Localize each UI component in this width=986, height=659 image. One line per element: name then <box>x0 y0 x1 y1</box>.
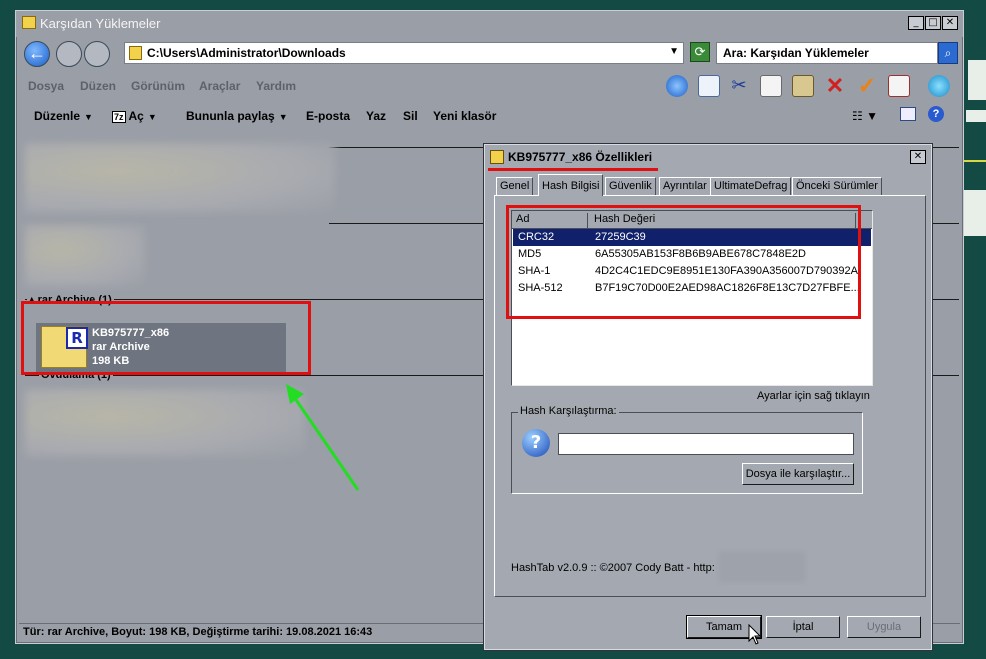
panel-icon[interactable] <box>698 75 720 97</box>
preview-pane-icon[interactable] <box>900 107 916 121</box>
up-button[interactable] <box>84 41 110 67</box>
chevron-down-icon[interactable]: ▼ <box>669 46 679 57</box>
check-icon[interactable]: ✓ <box>856 75 878 97</box>
view-options-icon[interactable]: ☷ ▼ <box>852 109 878 123</box>
search-input[interactable]: Ara: Karşıdan Yüklemeler <box>716 42 938 64</box>
share-button[interactable]: Bununla paylaş ▼ <box>186 109 288 123</box>
folder-icon <box>129 46 142 60</box>
properties-dialog: KB975777_x86 Özellikleri ✕ Genel Hash Bi… <box>483 143 933 651</box>
hash-compare-input[interactable] <box>558 433 854 455</box>
minimize-button[interactable]: _ <box>908 16 924 30</box>
rar-archive-icon <box>490 150 504 164</box>
address-text: C:\Users\Administrator\Downloads <box>147 46 346 60</box>
command-bar: Düzenle ▼ 7z Aç ▼ Bununla paylaş ▼ E-posta Y… <box>16 101 963 129</box>
new-folder-button[interactable]: Yeni klasör <box>433 109 496 123</box>
hash-compare-label: Hash Karşılaştırma: <box>518 405 619 417</box>
share-label: Bununla paylaş <box>186 109 275 123</box>
tab-details[interactable]: Ayrıntılar <box>659 177 711 195</box>
blurred-content <box>25 143 335 213</box>
up-icon[interactable] <box>666 75 688 97</box>
chevron-down-icon: ▼ <box>84 112 93 122</box>
address-row: ← C:\Users\Administrator\Downloads ▼ ⟳ A… <box>16 39 963 69</box>
close-button[interactable]: ✕ <box>942 16 958 30</box>
blurred-content <box>25 389 305 457</box>
globe-icon[interactable] <box>928 75 950 97</box>
title-bar[interactable]: Karşıdan Yüklemeler _ □ ✕ <box>16 11 963 37</box>
dialog-close-button[interactable]: ✕ <box>910 150 926 164</box>
refresh-button[interactable]: ⟳ <box>690 42 710 62</box>
tab-ultimatedefrag[interactable]: UltimateDefrag <box>710 177 792 195</box>
cut-icon[interactable]: ✂ <box>728 75 750 97</box>
desktop-background-decoration <box>962 0 986 659</box>
apply-button[interactable]: Uygula <box>847 616 921 638</box>
mail-icon[interactable] <box>888 75 910 97</box>
maximize-button[interactable]: □ <box>925 16 941 30</box>
menu-help[interactable]: Yardım <box>256 79 296 93</box>
hint-text: Ayarlar için sağ tıklayın <box>757 390 870 402</box>
compare-file-button[interactable]: Dosya ile karşılaştır... <box>742 463 854 485</box>
organize-button[interactable]: Düzenle ▼ <box>34 109 93 123</box>
tab-panel: Ad Hash Değeri CRC32 27259C39 MD5 6A5530… <box>494 195 926 597</box>
tab-hash-info[interactable]: Hash Bilgisi <box>538 174 604 196</box>
annotation-arrow <box>286 384 360 491</box>
organize-label: Düzenle <box>34 109 81 123</box>
copy-icon[interactable] <box>760 75 782 97</box>
tab-previous-versions[interactable]: Önceki Sürümler <box>792 177 882 195</box>
question-icon: ? <box>522 429 550 457</box>
paste-icon[interactable] <box>792 75 814 97</box>
back-button[interactable]: ← <box>24 41 50 67</box>
delete-icon[interactable]: ✕ <box>824 75 846 97</box>
open-button[interactable]: 7z Aç ▼ <box>112 109 157 123</box>
dialog-title-bar[interactable]: KB975777_x86 Özellikleri <box>486 146 930 168</box>
folder-icon <box>22 16 36 29</box>
window-title: Karşıdan Yüklemeler <box>40 16 161 31</box>
search-icon[interactable]: ⌕ <box>938 42 958 64</box>
mouse-cursor-icon <box>748 624 762 645</box>
open-label: Aç <box>128 109 144 123</box>
delete-button[interactable]: Sil <box>403 109 418 123</box>
menu-edit[interactable]: Düzen <box>80 79 116 93</box>
search-placeholder: Ara: Karşıdan Yüklemeler <box>723 46 869 60</box>
dialog-title: KB975777_x86 Özellikleri <box>508 150 653 164</box>
address-bar[interactable]: C:\Users\Administrator\Downloads ▼ <box>124 42 684 64</box>
hashtab-footer: HashTab v2.0.9 :: ©2007 Cody Batt - http… <box>511 562 715 574</box>
print-button[interactable]: Yaz <box>366 109 386 123</box>
menu-file[interactable]: Dosya <box>28 79 64 93</box>
tab-general[interactable]: Genel <box>496 177 534 195</box>
7zip-icon: 7z <box>112 111 126 123</box>
blurred-content <box>25 225 145 287</box>
chevron-down-icon: ▼ <box>278 112 288 122</box>
email-button[interactable]: E-posta <box>306 109 350 123</box>
menu-bar: Dosya Düzen Görünüm Araçlar Yardım <box>16 71 963 99</box>
status-text: Tür: rar Archive, Boyut: 198 KB, Değişti… <box>23 626 373 638</box>
blurred-content <box>719 552 805 582</box>
hash-compare-group: Hash Karşılaştırma: ? Dosya ile karşılaş… <box>511 405 863 494</box>
menu-view[interactable]: Görünüm <box>131 79 185 93</box>
forward-button[interactable] <box>56 41 82 67</box>
cancel-button[interactable]: İptal <box>766 616 840 638</box>
tab-security[interactable]: Güvenlik <box>605 177 656 195</box>
highlight-box <box>506 205 861 319</box>
highlight-underline <box>488 168 658 171</box>
menu-tools[interactable]: Araçlar <box>199 79 240 93</box>
highlight-box <box>21 301 311 375</box>
chevron-down-icon: ▼ <box>147 112 157 122</box>
help-icon[interactable]: ? <box>928 106 944 122</box>
